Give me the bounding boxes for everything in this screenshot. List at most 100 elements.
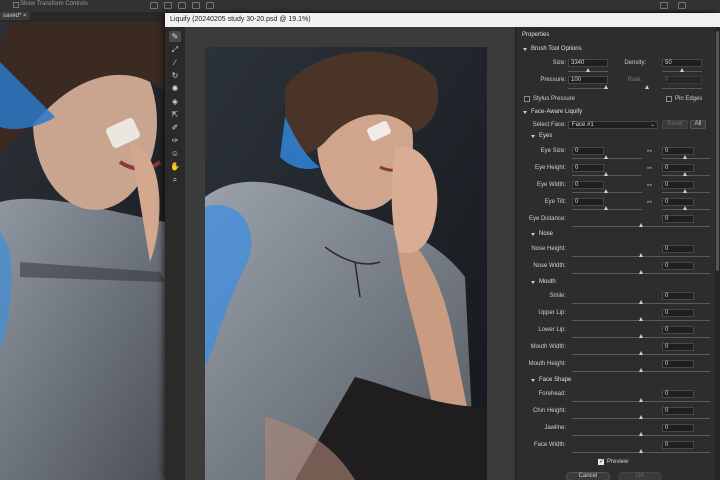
link-icon[interactable]: ⚯ xyxy=(647,200,652,206)
pucker-icon[interactable]: ✺ xyxy=(169,83,181,94)
face-width-input[interactable]: 0 xyxy=(662,441,694,449)
rate-slider-thumb[interactable] xyxy=(645,85,649,89)
slider-thumb[interactable] xyxy=(639,253,643,257)
density-input[interactable]: 50 xyxy=(662,59,702,67)
slider-thumb[interactable] xyxy=(604,189,608,193)
reconstruct-icon[interactable]: ⤢ xyxy=(169,44,181,55)
document-tab[interactable]: saved* × xyxy=(0,12,30,20)
slider-thumb[interactable] xyxy=(639,223,643,227)
preview-checkbox[interactable] xyxy=(598,458,604,465)
face-aware-title: Face-Aware Liquify xyxy=(531,109,583,115)
rate-label: Rate: xyxy=(627,77,642,83)
slider-thumb[interactable] xyxy=(639,270,643,274)
stylus-pressure-checkbox[interactable] xyxy=(524,96,530,102)
collapse-arrow-icon[interactable] xyxy=(531,135,535,138)
upper-lip-input[interactable]: 0 xyxy=(662,309,694,317)
freeze-mask-icon[interactable]: ✐ xyxy=(169,122,181,133)
properties-title: Properties xyxy=(522,32,550,38)
align-icon[interactable] xyxy=(164,2,172,9)
face-shape-title: Face Shape xyxy=(539,377,572,383)
pressure-slider-thumb[interactable] xyxy=(604,85,608,89)
nose-height-input[interactable]: 0 xyxy=(662,245,694,253)
slider-thumb[interactable] xyxy=(683,155,687,159)
slider-thumb[interactable] xyxy=(639,449,643,453)
eye-size-left-input[interactable]: 0 xyxy=(572,147,604,155)
lower-lip-input[interactable]: 0 xyxy=(662,326,694,334)
push-left-icon[interactable]: ⇱ xyxy=(169,109,181,120)
slider-thumb[interactable] xyxy=(639,351,643,355)
mouth-title: Mouth xyxy=(539,279,556,285)
rate-slider[interactable] xyxy=(662,88,702,89)
slider-thumb[interactable] xyxy=(683,172,687,176)
smile-input[interactable]: 0 xyxy=(662,292,694,300)
thaw-mask-icon[interactable]: ✑ xyxy=(169,135,181,146)
rate-input[interactable]: 0 xyxy=(662,76,702,84)
eye-tilt-right-input[interactable]: 0 xyxy=(662,198,694,206)
ok-button[interactable]: OK xyxy=(618,472,662,480)
distribute-icon[interactable] xyxy=(192,2,200,9)
pressure-input[interactable]: 100 xyxy=(568,76,608,84)
slider-thumb[interactable] xyxy=(639,368,643,372)
slider-thumb[interactable] xyxy=(683,189,687,193)
collapse-arrow-icon[interactable] xyxy=(523,48,527,51)
link-icon[interactable]: ⚯ xyxy=(647,183,652,189)
slider-thumb[interactable] xyxy=(639,300,643,304)
pressure-label: Pressure: xyxy=(540,77,566,83)
slider-thumb[interactable] xyxy=(604,155,608,159)
hand-icon[interactable]: ✋ xyxy=(169,161,181,172)
show-transform-checkbox[interactable] xyxy=(13,2,19,8)
mouth-height-input[interactable]: 0 xyxy=(662,360,694,368)
eye-width-right-input[interactable]: 0 xyxy=(662,181,694,189)
collapse-arrow-icon[interactable] xyxy=(531,379,535,382)
slider-thumb[interactable] xyxy=(604,206,608,210)
select-face-dropdown[interactable]: Face #1 ⌄ xyxy=(568,121,658,129)
eye-size-right-input[interactable]: 0 xyxy=(662,147,694,155)
nose-height-label: Nose Height: xyxy=(531,246,566,252)
cancel-button[interactable]: Cancel xyxy=(566,472,610,480)
mouth-width-input[interactable]: 0 xyxy=(662,343,694,351)
collapse-arrow-icon[interactable] xyxy=(523,111,527,114)
smooth-icon[interactable]: ∕ xyxy=(169,57,181,68)
size-label: Size: xyxy=(552,60,566,66)
align-icon[interactable] xyxy=(150,2,158,9)
pin-edges-checkbox[interactable] xyxy=(666,96,672,102)
eye-distance-input[interactable]: 0 xyxy=(662,215,694,223)
pressure-slider[interactable] xyxy=(568,88,608,89)
slider-thumb[interactable] xyxy=(604,172,608,176)
slider-thumb[interactable] xyxy=(683,206,687,210)
slider-thumb[interactable] xyxy=(639,334,643,338)
collapse-arrow-icon[interactable] xyxy=(531,281,535,284)
slider-thumb[interactable] xyxy=(639,415,643,419)
nose-width-input[interactable]: 0 xyxy=(662,262,694,270)
all-button[interactable]: All xyxy=(690,120,706,129)
chin-height-input[interactable]: 0 xyxy=(662,407,694,415)
forward-warp-icon[interactable]: ✎ xyxy=(169,31,181,42)
jawline-input[interactable]: 0 xyxy=(662,424,694,432)
twirl-icon[interactable]: ↻ xyxy=(169,70,181,81)
image-preview[interactable] xyxy=(185,27,515,480)
zoom-icon[interactable]: ⌕ xyxy=(169,174,181,185)
face-icon[interactable]: ☺ xyxy=(169,148,181,159)
size-slider-thumb[interactable] xyxy=(586,68,590,72)
bloat-icon[interactable]: ◈ xyxy=(169,96,181,107)
collapse-arrow-icon[interactable] xyxy=(531,233,535,236)
slider-thumb[interactable] xyxy=(639,317,643,321)
eye-width-left-input[interactable]: 0 xyxy=(572,181,604,189)
size-input[interactable]: 3340 xyxy=(568,59,608,67)
eye-height-left-input[interactable]: 0 xyxy=(572,164,604,172)
eye-height-right-input[interactable]: 0 xyxy=(662,164,694,172)
slider-thumb[interactable] xyxy=(639,398,643,402)
properties-scrollbar[interactable] xyxy=(715,27,720,480)
distribute-icon[interactable] xyxy=(206,2,214,9)
scrollbar-thumb[interactable] xyxy=(716,31,719,271)
link-icon[interactable]: ⚯ xyxy=(647,166,652,172)
search-icon[interactable] xyxy=(678,2,686,9)
slider-thumb[interactable] xyxy=(639,432,643,436)
align-icon[interactable] xyxy=(178,2,186,9)
link-icon[interactable]: ⚯ xyxy=(647,149,652,155)
reset-button[interactable]: Reset xyxy=(662,120,688,129)
move-icon[interactable] xyxy=(660,2,668,9)
density-slider-thumb[interactable] xyxy=(680,68,684,72)
forehead-input[interactable]: 0 xyxy=(662,390,694,398)
eye-tilt-left-input[interactable]: 0 xyxy=(572,198,604,206)
